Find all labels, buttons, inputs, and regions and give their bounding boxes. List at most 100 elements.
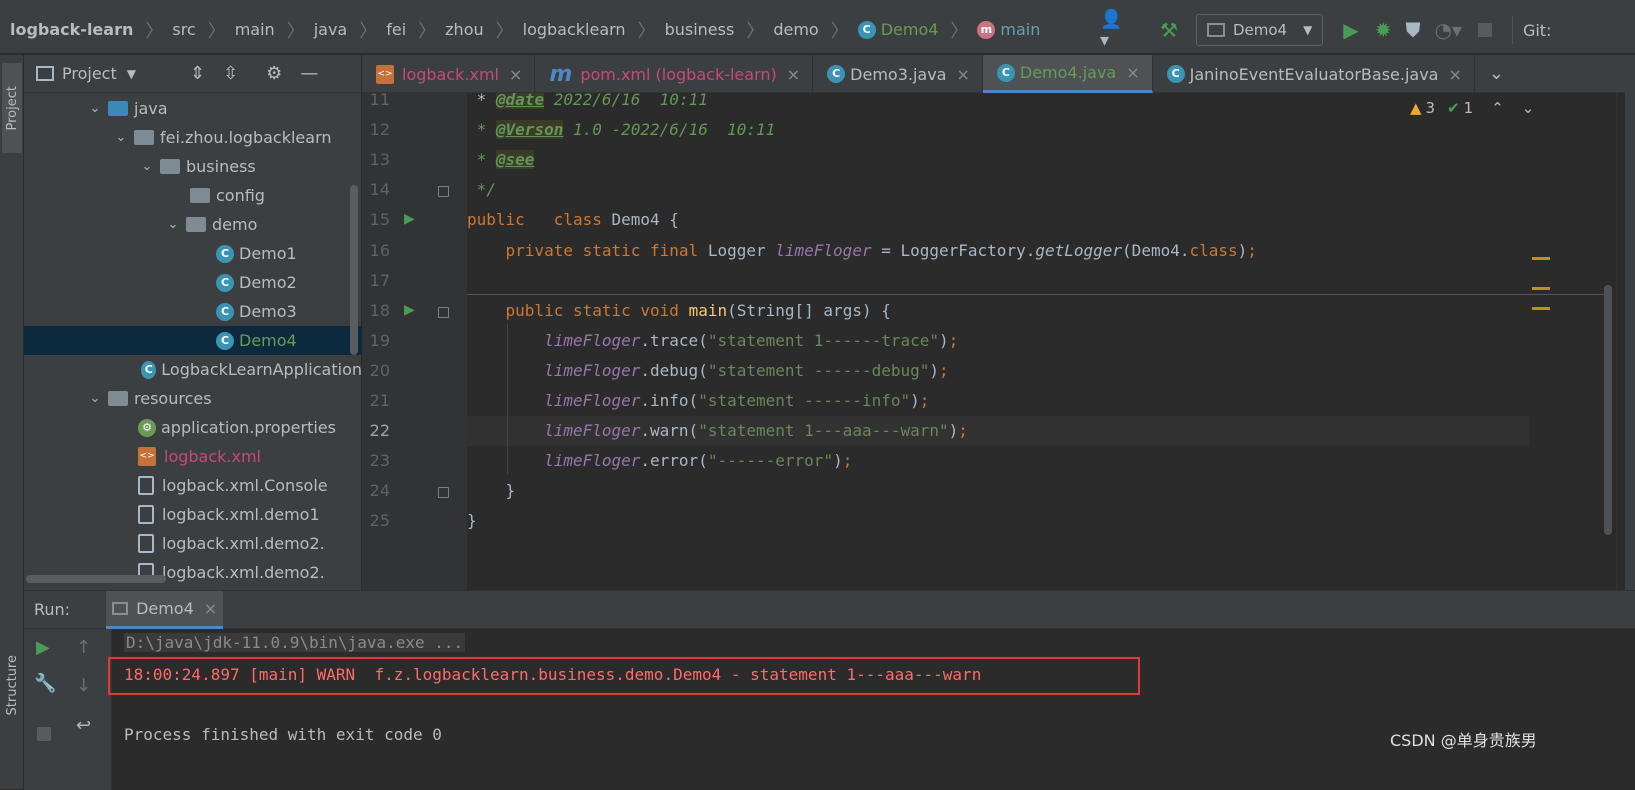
breadcrumb-method[interactable]: m main (977, 20, 1040, 39)
project-tool-button[interactable]: Project (2, 63, 22, 153)
run-tab[interactable]: Demo4 × (106, 590, 224, 629)
settings-gear-icon[interactable]: ⚙ (266, 63, 282, 84)
code-line[interactable]: */ (467, 175, 496, 205)
code-line[interactable]: public class Demo4 { (467, 205, 679, 235)
breadcrumb-class[interactable]: C Demo4 (857, 20, 938, 39)
code-line[interactable]: public static void main(String[] args) { (467, 296, 891, 326)
stop-icon[interactable] (37, 727, 51, 741)
close-icon[interactable]: × (956, 65, 969, 84)
chevron-down-icon[interactable]: ⌄ (138, 159, 156, 174)
hide-panel-icon[interactable]: — (300, 63, 318, 84)
tree-item[interactable]: logback.xml.Console (24, 471, 362, 500)
fold-marker-icon[interactable] (438, 487, 449, 499)
profile-icon[interactable]: ◔▾ (1434, 18, 1462, 42)
tree-item-label: config (216, 186, 265, 205)
chevron-down-icon[interactable]: ▼ (127, 67, 136, 81)
close-icon[interactable]: × (787, 65, 800, 84)
tree-item[interactable]: C Demo4 (24, 326, 362, 355)
code-line[interactable]: limeFloger.warn("statement 1---aaa---war… (467, 416, 1529, 447)
run-configuration-selector[interactable]: Demo4 ▼ (1195, 14, 1324, 46)
run-gutter-icon[interactable]: ▶ (404, 302, 415, 318)
code-line[interactable]: limeFloger.error("------error"); (467, 446, 852, 476)
next-highlight-icon[interactable]: ⌄ (1522, 99, 1535, 117)
tree-item[interactable]: C Demo3 (24, 297, 362, 326)
tree-horizontal-scrollbar[interactable] (26, 575, 166, 583)
breadcrumb-item[interactable]: zhou (445, 20, 483, 39)
breadcrumb-item[interactable]: demo (773, 20, 818, 39)
code-area[interactable]: * @date 2022/6/16 10:11 * @Verson 1.0 -2… (467, 93, 1635, 590)
editor-tab[interactable]: <> logback.xml × (362, 55, 536, 93)
tree-item[interactable]: ⌄ java (24, 94, 362, 123)
class-icon: C (216, 331, 234, 350)
expand-all-icon[interactable]: ⇕ (190, 63, 205, 84)
breadcrumb-item[interactable]: src (172, 20, 195, 39)
structure-tool-button[interactable]: Structure (2, 635, 22, 735)
code-line[interactable]: } (467, 476, 516, 506)
editor-scrollbar[interactable] (1604, 285, 1612, 535)
tree-item[interactable]: C Demo2 (24, 268, 362, 297)
chevron-down-icon[interactable]: ⌄ (86, 101, 104, 116)
tree-item[interactable]: C LogbackLearnApplication (24, 355, 362, 384)
wrench-icon[interactable]: 🔧 (34, 673, 56, 694)
tree-item[interactable]: logback.xml.demo1 (24, 500, 362, 529)
project-view-icon (36, 66, 54, 81)
close-icon[interactable]: × (1126, 63, 1139, 82)
breadcrumb-item[interactable]: logbacklearn (523, 20, 626, 39)
editor-tab[interactable]: m pom.xml (logback-learn) × (535, 55, 814, 93)
chevron-down-icon[interactable]: ⌄ (1475, 55, 1518, 92)
coverage-icon[interactable]: ⛊ (1405, 18, 1420, 42)
tree-item[interactable]: ⚙ application.properties (24, 413, 362, 442)
inspection-widget[interactable]: ▲ 3 ✔ 1 ⌃ ⌄ (1410, 99, 1534, 117)
collapse-all-icon[interactable]: ⇳ (223, 63, 238, 84)
user-icon[interactable]: 👤▾ (1100, 9, 1130, 51)
scroll-up-icon[interactable]: ↑ (76, 637, 91, 658)
code-line[interactable]: limeFloger.trace("statement 1------trace… (467, 326, 958, 356)
build-hammer-icon[interactable]: ⚒ (1160, 18, 1178, 42)
tree-item[interactable]: ⌄ business (24, 152, 362, 181)
tab-label: Demo4.java (1019, 63, 1117, 82)
code-line[interactable]: * @Verson 1.0 -2022/6/16 10:11 (467, 115, 775, 145)
close-icon[interactable]: × (1448, 65, 1461, 84)
code-line[interactable]: limeFloger.debug("statement ------debug"… (467, 356, 949, 386)
chevron-down-icon[interactable]: ⌄ (164, 217, 182, 232)
code-line[interactable]: limeFloger.info("statement ------info"); (467, 386, 929, 416)
breadcrumb-item[interactable]: fei (386, 20, 406, 39)
run-gutter-icon[interactable]: ▶ (404, 211, 415, 227)
stop-icon[interactable] (1477, 23, 1492, 37)
code-line[interactable]: * @see (467, 145, 535, 175)
chevron-down-icon[interactable]: ⌄ (86, 391, 104, 406)
run-icon[interactable]: ▶ (1343, 18, 1358, 42)
close-icon[interactable]: × (204, 599, 217, 618)
tree-item[interactable]: <> logback.xml (24, 442, 362, 471)
close-icon[interactable]: × (509, 65, 522, 84)
rerun-icon[interactable]: ▶ (36, 637, 50, 658)
tree-item[interactable]: config (24, 181, 362, 210)
fold-marker-icon[interactable] (438, 186, 449, 198)
tree-item[interactable]: logback.xml.demo2. (24, 529, 362, 558)
git-label[interactable]: Git: (1523, 21, 1552, 40)
tree-item-label: logback.xml.Console (162, 476, 328, 495)
scroll-down-icon[interactable]: ↓ (76, 675, 91, 696)
breadcrumb-item[interactable]: java (314, 20, 348, 39)
code-line[interactable]: * @date 2022/6/16 10:11 (467, 93, 708, 115)
project-view-selector[interactable]: Project (62, 64, 117, 83)
chevron-down-icon[interactable]: ⌄ (112, 130, 130, 145)
run-label: Run: (34, 600, 71, 619)
previous-highlight-icon[interactable]: ⌃ (1491, 99, 1504, 117)
breadcrumb-item[interactable]: logback-learn (10, 20, 133, 39)
code-line[interactable]: } (467, 506, 477, 536)
breadcrumb-item[interactable]: business (665, 20, 735, 39)
breadcrumb-item[interactable]: main (235, 20, 275, 39)
tree-item[interactable]: C Demo1 (24, 239, 362, 268)
tree-item[interactable]: ⌄ resources (24, 384, 362, 413)
tree-scrollbar[interactable] (350, 185, 358, 355)
debug-icon[interactable]: ✹ (1375, 18, 1392, 42)
fold-marker-icon[interactable] (438, 306, 449, 318)
editor-tab[interactable]: C JaninoEventEvaluatorBase.java × (1153, 55, 1475, 93)
tree-item[interactable]: ⌄ demo (24, 210, 362, 239)
editor-tab[interactable]: C Demo3.java × (813, 55, 983, 93)
tree-item[interactable]: ⌄ fei.zhou.logbacklearn (24, 123, 362, 152)
code-line[interactable]: private static final Logger limeFloger =… (467, 236, 1257, 266)
soft-wrap-icon[interactable]: ↩ (76, 715, 91, 736)
editor-tab[interactable]: C Demo4.java × (982, 55, 1153, 93)
